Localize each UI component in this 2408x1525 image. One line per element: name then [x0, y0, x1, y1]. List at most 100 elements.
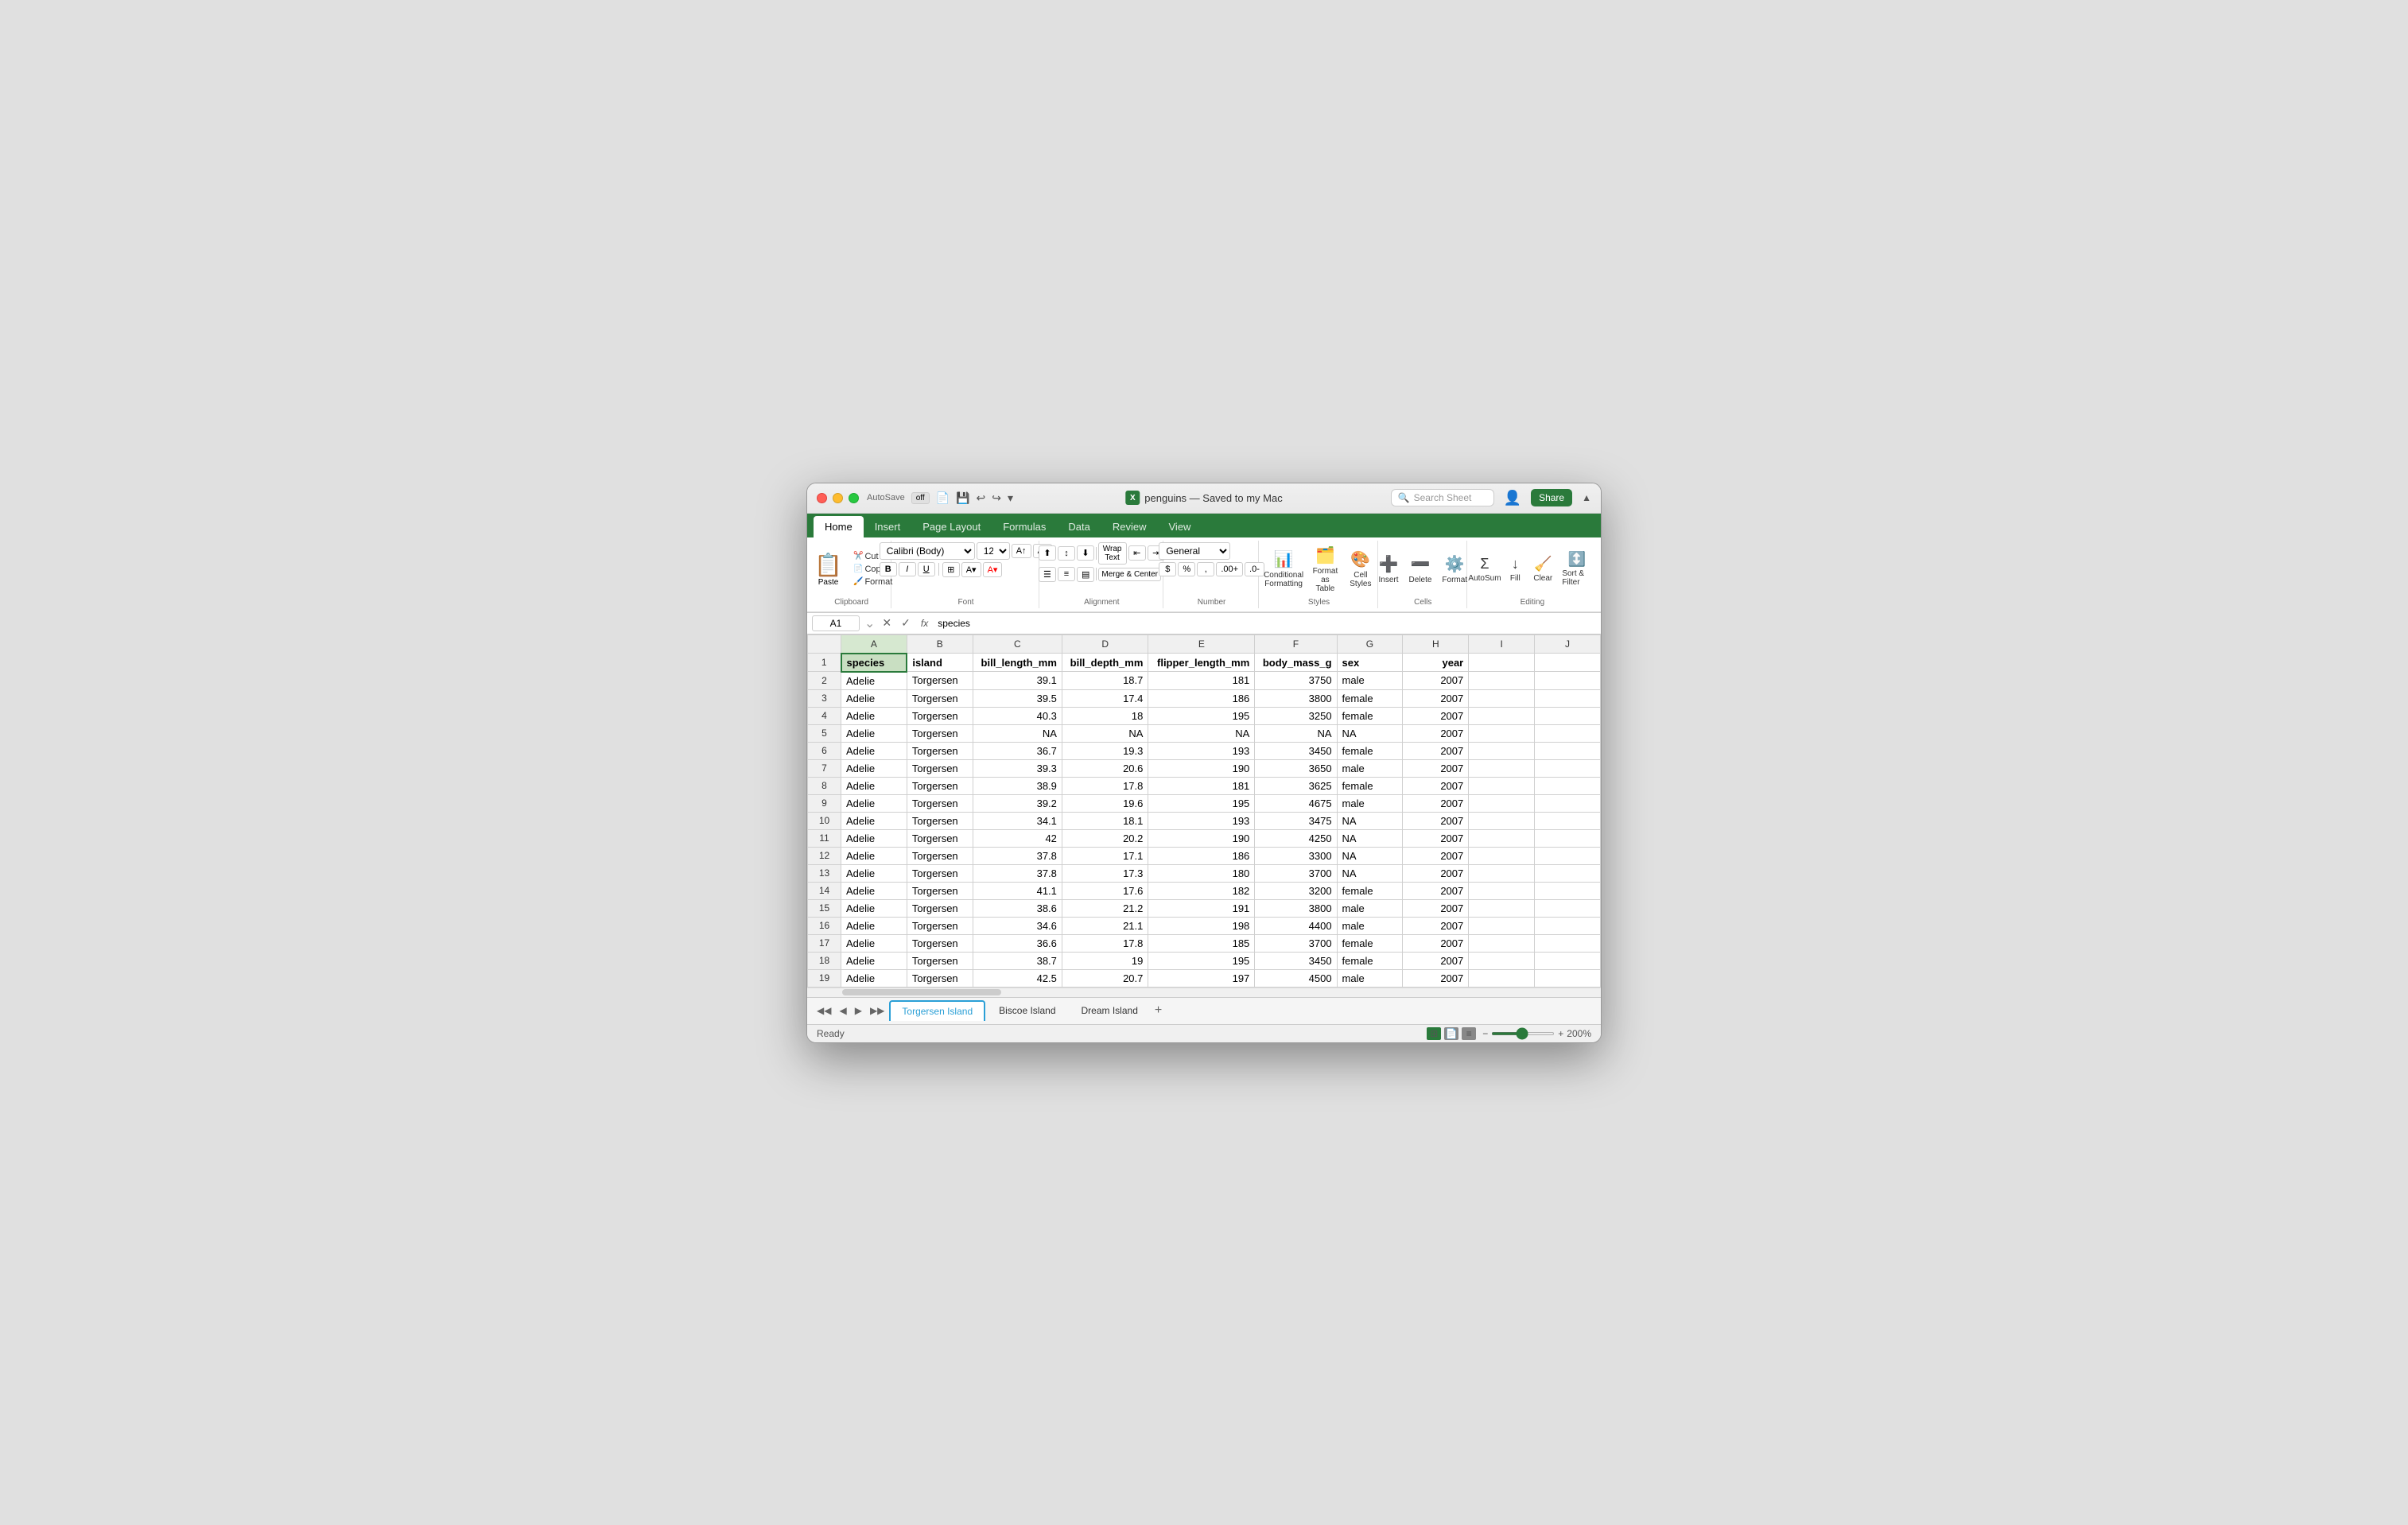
- cell-reference-input[interactable]: [812, 615, 860, 631]
- wrap-text-btn[interactable]: Wrap Text: [1098, 542, 1127, 565]
- cell-c12[interactable]: 37.8: [973, 847, 1062, 864]
- cell-e10[interactable]: 193: [1148, 812, 1255, 829]
- cell-e16[interactable]: 198: [1148, 917, 1255, 934]
- cell-f2[interactable]: 3750: [1255, 672, 1337, 690]
- percent-btn[interactable]: %: [1178, 562, 1195, 576]
- customize-icon[interactable]: ▾: [1008, 491, 1013, 505]
- cell-e7[interactable]: 190: [1148, 759, 1255, 777]
- cell-e8[interactable]: 181: [1148, 777, 1255, 794]
- cell-h2[interactable]: 2007: [1403, 672, 1469, 690]
- cell-c15[interactable]: 38.6: [973, 899, 1062, 917]
- cell-j11[interactable]: [1535, 829, 1601, 847]
- cell-d9[interactable]: 19.6: [1062, 794, 1148, 812]
- horizontal-scrollbar[interactable]: [807, 988, 1601, 997]
- cell-e17[interactable]: 185: [1148, 934, 1255, 952]
- normal-view-btn[interactable]: ⊞: [1427, 1027, 1441, 1040]
- cell-g4[interactable]: female: [1337, 707, 1403, 724]
- cell-i9[interactable]: [1469, 794, 1535, 812]
- cell-h13[interactable]: 2007: [1403, 864, 1469, 882]
- cell-j17[interactable]: [1535, 934, 1601, 952]
- tab-data[interactable]: Data: [1057, 516, 1101, 537]
- cell-g8[interactable]: female: [1337, 777, 1403, 794]
- cell-i12[interactable]: [1469, 847, 1535, 864]
- cell-f7[interactable]: 3650: [1255, 759, 1337, 777]
- cell-g7[interactable]: male: [1337, 759, 1403, 777]
- cell-h19[interactable]: 2007: [1403, 969, 1469, 987]
- cell-b18[interactable]: Torgersen: [907, 952, 973, 969]
- cell-c4[interactable]: 40.3: [973, 707, 1062, 724]
- cancel-formula-button[interactable]: ✕: [880, 616, 894, 630]
- cell-j14[interactable]: [1535, 882, 1601, 899]
- cell-e12[interactable]: 186: [1148, 847, 1255, 864]
- cell-a5[interactable]: Adelie: [841, 724, 907, 742]
- cell-d4[interactable]: 18: [1062, 707, 1148, 724]
- cell-f6[interactable]: 3450: [1255, 742, 1337, 759]
- cell-a9[interactable]: Adelie: [841, 794, 907, 812]
- cell-i2[interactable]: [1469, 672, 1535, 690]
- page-layout-view-btn[interactable]: 📄: [1444, 1027, 1458, 1040]
- cell-d1[interactable]: bill_depth_mm: [1062, 654, 1148, 672]
- cell-d5[interactable]: NA: [1062, 724, 1148, 742]
- cell-a14[interactable]: Adelie: [841, 882, 907, 899]
- cell-j6[interactable]: [1535, 742, 1601, 759]
- fill-color-btn[interactable]: A▾: [961, 562, 981, 577]
- increase-font-btn[interactable]: A↑: [1012, 544, 1031, 558]
- cell-b17[interactable]: Torgersen: [907, 934, 973, 952]
- cell-g2[interactable]: male: [1337, 672, 1403, 690]
- merge-center-btn[interactable]: Merge & Center: [1098, 568, 1161, 581]
- cell-b7[interactable]: Torgersen: [907, 759, 973, 777]
- cell-h10[interactable]: 2007: [1403, 812, 1469, 829]
- cell-h15[interactable]: 2007: [1403, 899, 1469, 917]
- cell-a19[interactable]: Adelie: [841, 969, 907, 987]
- cell-j12[interactable]: [1535, 847, 1601, 864]
- font-size-select[interactable]: 12: [977, 542, 1010, 560]
- cell-a13[interactable]: Adelie: [841, 864, 907, 882]
- sheet-tab-dream[interactable]: Dream Island: [1070, 1000, 1150, 1021]
- cell-j9[interactable]: [1535, 794, 1601, 812]
- cell-f18[interactable]: 3450: [1255, 952, 1337, 969]
- cell-g11[interactable]: NA: [1337, 829, 1403, 847]
- tab-review[interactable]: Review: [1101, 516, 1158, 537]
- cell-c10[interactable]: 34.1: [973, 812, 1062, 829]
- cell-c1[interactable]: bill_length_mm: [973, 654, 1062, 672]
- align-left-btn[interactable]: ☰: [1039, 567, 1056, 582]
- cell-h18[interactable]: 2007: [1403, 952, 1469, 969]
- format-as-table-button[interactable]: 🗂️ Format as Table: [1308, 542, 1343, 596]
- minimize-button[interactable]: [833, 493, 843, 503]
- autosave-badge[interactable]: off: [911, 492, 930, 504]
- cell-i7[interactable]: [1469, 759, 1535, 777]
- cell-b1[interactable]: island: [907, 654, 973, 672]
- autosum-button[interactable]: Σ AutoSum: [1470, 553, 1501, 585]
- cell-b10[interactable]: Torgersen: [907, 812, 973, 829]
- cell-c6[interactable]: 36.7: [973, 742, 1062, 759]
- cell-e1[interactable]: flipper_length_mm: [1148, 654, 1255, 672]
- user-icon[interactable]: 👤: [1504, 490, 1521, 506]
- col-header-e[interactable]: E: [1148, 634, 1255, 654]
- cell-h16[interactable]: 2007: [1403, 917, 1469, 934]
- cell-g14[interactable]: female: [1337, 882, 1403, 899]
- cell-e19[interactable]: 197: [1148, 969, 1255, 987]
- h-scroll-thumb[interactable]: [842, 989, 1001, 995]
- zoom-in-btn[interactable]: +: [1558, 1028, 1563, 1039]
- cell-f13[interactable]: 3700: [1255, 864, 1337, 882]
- cell-d14[interactable]: 17.6: [1062, 882, 1148, 899]
- col-header-h[interactable]: H: [1403, 634, 1469, 654]
- border-btn[interactable]: ⊞: [942, 562, 960, 577]
- cell-h3[interactable]: 2007: [1403, 689, 1469, 707]
- cell-a11[interactable]: Adelie: [841, 829, 907, 847]
- cell-c19[interactable]: 42.5: [973, 969, 1062, 987]
- cell-c13[interactable]: 37.8: [973, 864, 1062, 882]
- cell-d11[interactable]: 20.2: [1062, 829, 1148, 847]
- cell-h8[interactable]: 2007: [1403, 777, 1469, 794]
- undo-icon[interactable]: ↩: [977, 491, 986, 505]
- cell-i13[interactable]: [1469, 864, 1535, 882]
- sheet-tab-biscoe[interactable]: Biscoe Island: [987, 1000, 1067, 1021]
- collapse-icon[interactable]: ▲: [1582, 492, 1591, 503]
- cell-b3[interactable]: Torgersen: [907, 689, 973, 707]
- cell-g19[interactable]: male: [1337, 969, 1403, 987]
- cell-e4[interactable]: 195: [1148, 707, 1255, 724]
- cell-i11[interactable]: [1469, 829, 1535, 847]
- cell-b2[interactable]: Torgersen: [907, 672, 973, 690]
- formula-expand-icon[interactable]: ⌄: [864, 615, 875, 631]
- cell-d19[interactable]: 20.7: [1062, 969, 1148, 987]
